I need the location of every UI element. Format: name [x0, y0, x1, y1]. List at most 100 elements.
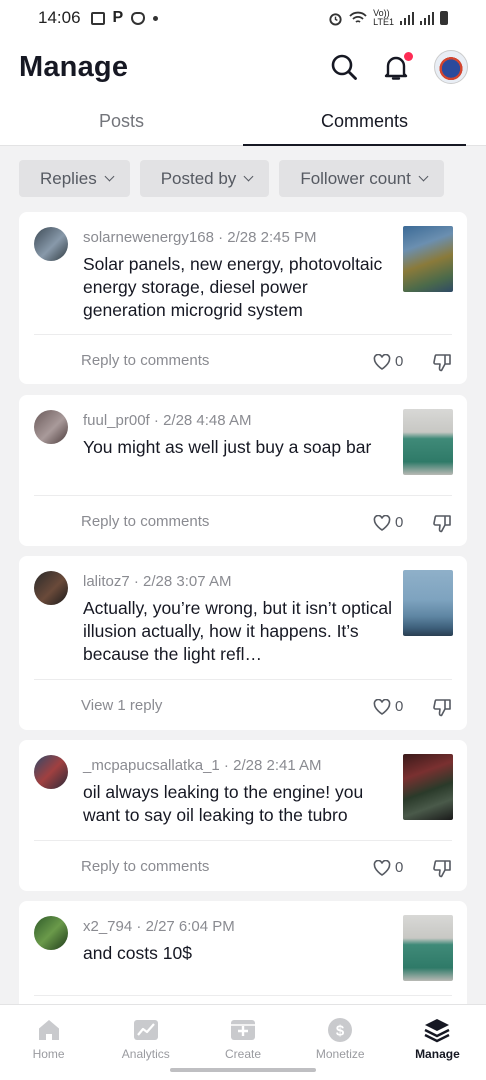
commenter-name[interactable]: x2_794 — [83, 918, 132, 935]
nav-label: Analytics — [121, 1047, 170, 1061]
commenter-avatar[interactable] — [34, 755, 68, 789]
alarm-icon — [329, 12, 342, 26]
bell-icon[interactable] — [382, 52, 413, 81]
like-button[interactable]: 0 — [373, 698, 403, 715]
signal-2-icon — [420, 11, 434, 25]
comment-card[interactable]: lalitoz7 · 2/28 3:07 AM Actually, you’re… — [19, 556, 467, 730]
like-button[interactable]: 0 — [373, 859, 403, 876]
heart-icon — [373, 698, 391, 715]
search-icon[interactable] — [330, 53, 358, 81]
comment-card[interactable]: solarnewenergy168 · 2/28 2:45 PM Solar p… — [19, 212, 467, 384]
home-indicator[interactable] — [170, 1068, 316, 1072]
divider — [34, 840, 452, 841]
nav-label: Monetize — [315, 1047, 365, 1061]
chevron-down-icon — [418, 171, 429, 182]
status-time: 14:06 — [38, 8, 81, 27]
reply-button[interactable]: Reply to comments — [81, 858, 209, 875]
video-thumbnail[interactable] — [403, 409, 453, 475]
like-count: 0 — [395, 859, 404, 876]
chevron-down-icon — [104, 171, 115, 182]
wifi-icon — [349, 11, 367, 23]
filter-label: Posted by — [160, 168, 237, 188]
comment-date: 2/27 6:04 PM — [145, 918, 235, 935]
filter-posted-by[interactable]: Posted by — [139, 160, 270, 197]
like-button[interactable]: 0 — [373, 514, 403, 531]
divider — [34, 679, 452, 680]
create-icon — [231, 1020, 255, 1040]
manage-icon — [424, 1019, 450, 1043]
tab-posts[interactable]: Posts — [0, 98, 243, 145]
nav-label: Manage — [415, 1047, 460, 1061]
video-thumbnail[interactable] — [403, 570, 453, 636]
video-thumbnail[interactable] — [403, 226, 453, 292]
comment-meta: solarnewenergy168 · 2/28 2:45 PM — [83, 229, 317, 246]
page-header: Manage — [0, 36, 486, 98]
heart-icon — [373, 859, 391, 876]
like-button[interactable]: 0 — [373, 353, 403, 370]
filter-label: Follower count — [300, 168, 411, 188]
divider — [34, 334, 452, 335]
like-count: 0 — [395, 514, 404, 531]
commenter-name[interactable]: lalitoz7 — [83, 573, 130, 590]
dislike-icon[interactable] — [433, 514, 452, 533]
nav-home[interactable]: Home — [0, 1005, 97, 1080]
video-thumbnail[interactable] — [403, 915, 453, 981]
commenter-avatar[interactable] — [34, 916, 68, 950]
filter-replies[interactable]: Replies — [19, 160, 130, 197]
status-system-icons: Vo)) LTE1 — [328, 9, 448, 27]
comment-text: You might as well just buy a soap bar — [83, 437, 372, 457]
dislike-icon[interactable] — [433, 859, 452, 878]
filter-bar: Replies Posted by Follower count — [19, 160, 444, 197]
nav-manage[interactable]: Manage — [389, 1005, 486, 1080]
commenter-name[interactable]: solarnewenergy168 — [83, 229, 214, 246]
commenter-name[interactable]: _mcpapucsallatka_1 — [83, 757, 220, 774]
comment-text: oil always leaking to the engine! you wa… — [83, 782, 364, 825]
comment-card[interactable]: _mcpapucsallatka_1 · 2/28 2:41 AM oil al… — [19, 740, 467, 891]
commenter-avatar[interactable] — [34, 571, 68, 605]
divider — [34, 495, 452, 496]
comment-date: 2/28 4:48 AM — [163, 412, 252, 429]
shield-icon — [131, 11, 146, 25]
comment-date: 2/28 3:07 AM — [143, 573, 232, 590]
heart-icon — [373, 353, 391, 370]
profile-avatar[interactable] — [434, 50, 468, 84]
gallery-icon — [90, 11, 105, 25]
comment-text: Solar panels, new energy, photovoltaic e… — [83, 254, 383, 320]
filter-label: Replies — [40, 168, 97, 188]
reply-button[interactable]: Reply to comments — [81, 352, 209, 369]
battery-icon — [440, 11, 448, 25]
commenter-avatar[interactable] — [34, 410, 68, 444]
comment-meta: x2_794 · 2/27 6:04 PM — [83, 918, 235, 935]
dislike-icon[interactable] — [433, 353, 452, 372]
comment-meta: fuul_pr00f · 2/28 4:48 AM — [83, 412, 252, 429]
status-notification-icons: P — [90, 9, 159, 27]
home-icon — [38, 1020, 59, 1040]
comment-meta: _mcpapucsallatka_1 · 2/28 2:41 AM — [83, 757, 322, 774]
divider — [34, 995, 452, 996]
network-label: Vo)) LTE1 — [373, 8, 394, 27]
notification-badge — [404, 52, 413, 61]
view-replies-button[interactable]: View 1 reply — [81, 697, 162, 714]
like-count: 0 — [395, 353, 404, 370]
comment-text: and costs 10$ — [83, 943, 192, 963]
page-title: Manage — [19, 50, 129, 83]
comment-card[interactable]: fuul_pr00f · 2/28 4:48 AM You might as w… — [19, 395, 467, 546]
signal-icon — [400, 11, 414, 25]
analytics-icon — [133, 1020, 158, 1040]
comment-date: 2/28 2:41 AM — [233, 757, 322, 774]
reply-button[interactable]: Reply to comments — [81, 513, 209, 530]
tab-comments[interactable]: Comments — [243, 98, 486, 146]
heart-icon — [373, 514, 391, 531]
video-thumbnail[interactable] — [403, 754, 453, 820]
comment-text: Actually, you’re wrong, but it isn’t opt… — [83, 598, 392, 664]
nav-label: Create — [224, 1047, 262, 1061]
tab-bar: Posts Comments — [0, 98, 486, 146]
monetize-icon: $ — [328, 1018, 353, 1042]
comment-card[interactable]: x2_794 · 2/27 6:04 PM and costs 10$ — [19, 901, 467, 1021]
more-notifications-icon — [153, 15, 159, 21]
filter-follower-count[interactable]: Follower count — [279, 160, 444, 197]
dislike-icon[interactable] — [433, 698, 452, 717]
commenter-avatar[interactable] — [34, 227, 68, 261]
commenter-name[interactable]: fuul_pr00f — [83, 412, 150, 429]
p-app-icon: P — [112, 9, 124, 26]
